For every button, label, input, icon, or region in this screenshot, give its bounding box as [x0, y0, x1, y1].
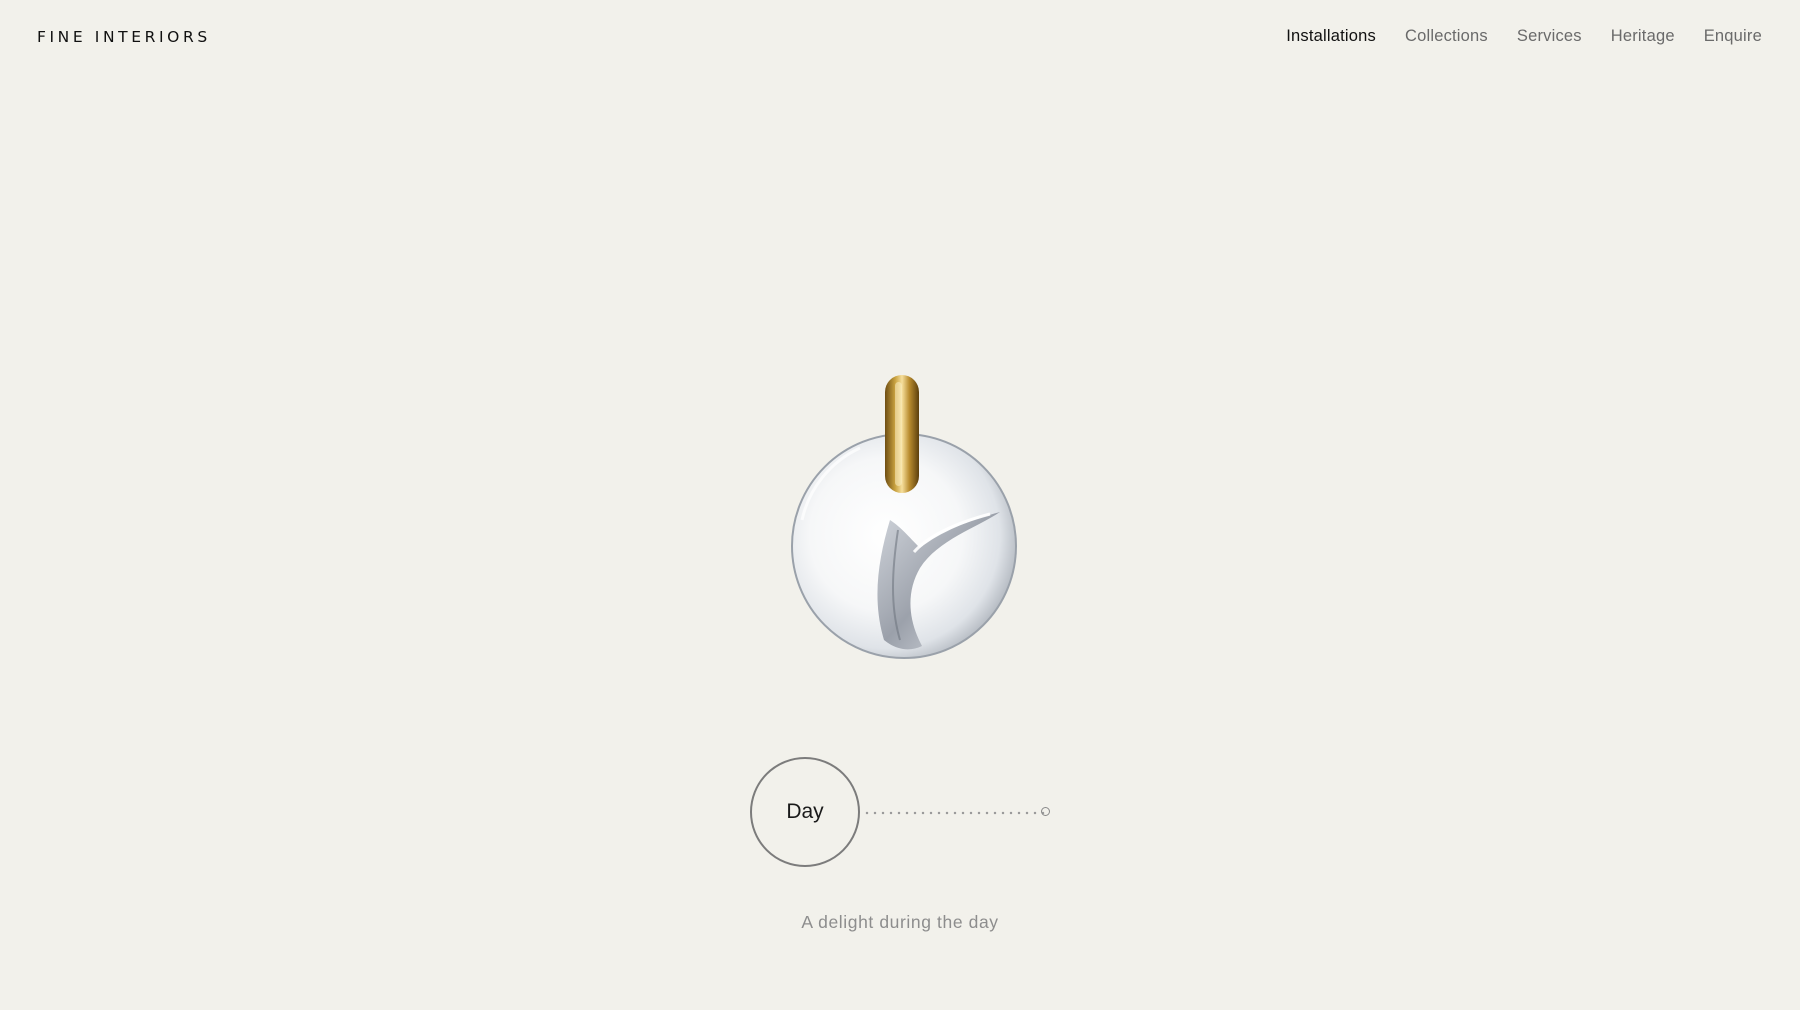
- brand-logo[interactable]: FINE INTERIORS: [37, 28, 211, 46]
- night-mode-handle[interactable]: [1041, 807, 1050, 816]
- nav-item-heritage[interactable]: Heritage: [1611, 27, 1675, 46]
- toggle-track[interactable]: [863, 811, 1048, 815]
- main-nav: Installations Collections Services Herit…: [1286, 27, 1762, 46]
- mode-caption: A delight during the day: [801, 912, 999, 932]
- day-mode-button[interactable]: Day: [750, 757, 860, 867]
- nav-item-collections[interactable]: Collections: [1405, 27, 1488, 46]
- pendant-light-image: [791, 18, 1017, 659]
- nav-item-installations[interactable]: Installations: [1286, 27, 1376, 46]
- nav-item-services[interactable]: Services: [1517, 27, 1582, 46]
- nav-item-enquire[interactable]: Enquire: [1704, 27, 1762, 46]
- day-night-toggle: Day: [750, 757, 1060, 867]
